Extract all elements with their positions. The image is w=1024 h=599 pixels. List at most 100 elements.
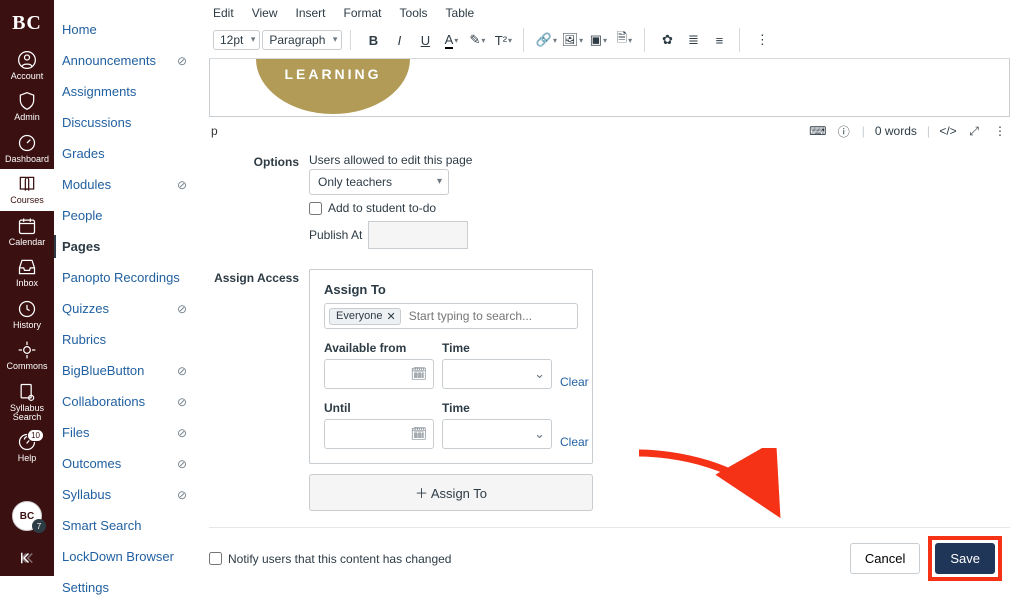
font-size-select[interactable]: 12pt <box>213 30 260 50</box>
clear-until-link[interactable]: Clear <box>560 435 589 449</box>
course-nav-outcomes[interactable]: Outcomes⊘ <box>54 452 199 475</box>
assign-search-input[interactable] <box>407 307 573 325</box>
course-nav-announcements[interactable]: Announcements⊘ <box>54 49 199 72</box>
avatar[interactable]: BC 7 <box>12 501 42 531</box>
editor-menubar: Edit View Insert Format Tools Table <box>209 4 1010 26</box>
course-nav-pages[interactable]: Pages <box>54 235 199 258</box>
available-from-time[interactable]: ⌄ <box>442 359 552 389</box>
plus-icon: ＋ <box>415 486 428 501</box>
nav-admin[interactable]: Admin <box>0 86 54 127</box>
hidden-icon: ⊘ <box>175 54 189 68</box>
available-from-date[interactable]: 🗓 <box>324 359 434 389</box>
html-icon[interactable]: </> <box>940 123 956 139</box>
nav-account[interactable]: Account <box>0 45 54 86</box>
publish-at-input[interactable] <box>368 221 468 249</box>
notify-label: Notify users that this content has chang… <box>228 552 451 566</box>
course-nav-settings[interactable]: Settings <box>54 576 199 599</box>
nav-inbox[interactable]: Inbox <box>0 252 54 293</box>
gauge-icon <box>17 133 37 153</box>
document-icon[interactable]: 🗎▾ <box>612 28 636 52</box>
media-icon[interactable]: ▣▾ <box>586 28 610 52</box>
highlight-icon[interactable]: ✎▾ <box>465 28 489 52</box>
add-assign-button[interactable]: ＋ Assign To <box>309 474 593 511</box>
editor-toolbar: 12pt Paragraph B I U A▾ ✎▾ T²▾ 🔗▾ 🖼▾ ▣▾ … <box>209 26 1010 59</box>
time-label: Time <box>442 341 552 355</box>
menu-view[interactable]: View <box>252 6 278 20</box>
keyboard-icon[interactable]: ⌨ <box>810 123 826 139</box>
course-nav-assignments[interactable]: Assignments <box>54 80 199 103</box>
nav-syllabus-search[interactable]: Syllabus Search <box>0 377 54 428</box>
resize-handle-icon[interactable]: ⋮ <box>992 123 1008 139</box>
image-icon[interactable]: 🖼▾ <box>560 28 584 52</box>
course-nav-collab[interactable]: Collaborations⊘ <box>54 390 199 413</box>
link-icon[interactable]: 🔗▾ <box>534 28 558 52</box>
word-count[interactable]: 0 words <box>875 124 917 138</box>
nav-courses[interactable]: Courses <box>0 169 54 210</box>
available-from-label: Available from <box>324 341 434 355</box>
menu-tools[interactable]: Tools <box>400 6 428 20</box>
text-color-icon[interactable]: A▾ <box>439 28 463 52</box>
nav-dashboard[interactable]: Dashboard <box>0 128 54 169</box>
avatar-badge: 7 <box>32 519 46 533</box>
underline-icon[interactable]: U <box>413 28 437 52</box>
save-button[interactable]: Save <box>935 543 995 574</box>
assign-to-title: Assign To <box>324 282 578 297</box>
italic-icon[interactable]: I <box>387 28 411 52</box>
list-icon[interactable]: ≣ <box>681 28 705 52</box>
editor-statusbar: p ⌨ ⓘ | 0 words | </> ⤢ ⋮ <box>209 117 1010 145</box>
menu-table[interactable]: Table <box>446 6 475 20</box>
course-nav-home[interactable]: Home <box>54 18 199 41</box>
menu-edit[interactable]: Edit <box>213 6 234 20</box>
bold-icon[interactable]: B <box>361 28 385 52</box>
more-icon[interactable]: ⋮ <box>750 28 774 52</box>
course-nav-discussions[interactable]: Discussions <box>54 111 199 134</box>
edit-perm-select[interactable]: Only teachers <box>309 169 449 195</box>
superscript-icon[interactable]: T²▾ <box>491 28 515 52</box>
a11y-icon[interactable]: ⓘ <box>836 123 852 139</box>
fullscreen-icon[interactable]: ⤢ <box>966 123 982 139</box>
course-nav-files[interactable]: Files⊘ <box>54 421 199 444</box>
course-nav-syllabus[interactable]: Syllabus⊘ <box>54 483 199 506</box>
clear-from-link[interactable]: Clear <box>560 375 589 389</box>
course-nav-people[interactable]: People <box>54 204 199 227</box>
todo-checkbox[interactable] <box>309 202 322 215</box>
inbox-icon <box>17 257 37 277</box>
hidden-icon: ⊘ <box>175 457 189 471</box>
course-nav-panopto[interactable]: Panopto Recordings <box>54 266 199 289</box>
assign-card: Assign To Everyone ✕ Available from 🗓 Ti… <box>309 269 593 464</box>
notify-checkbox[interactable] <box>209 552 222 565</box>
shield-icon <box>17 91 37 111</box>
main-content: Edit View Insert Format Tools Table 12pt… <box>199 0 1024 576</box>
doc-search-icon <box>17 382 37 402</box>
nav-commons[interactable]: Commons <box>0 335 54 376</box>
paragraph-select[interactable]: Paragraph <box>262 30 342 50</box>
app-logo[interactable]: BC <box>12 6 42 45</box>
assign-to-input[interactable]: Everyone ✕ <box>324 303 578 329</box>
course-nav-lockdown[interactable]: LockDown Browser <box>54 545 199 568</box>
nav-help[interactable]: 10 Help <box>0 427 54 468</box>
app-icon[interactable]: ✿ <box>655 28 679 52</box>
course-nav-rubrics[interactable]: Rubrics <box>54 328 199 351</box>
chevron-down-icon: ⌄ <box>534 426 545 442</box>
hidden-icon: ⊘ <box>175 364 189 378</box>
nav-calendar[interactable]: Calendar <box>0 211 54 252</box>
course-nav-grades[interactable]: Grades <box>54 142 199 165</box>
book-icon <box>17 174 37 194</box>
course-nav-quizzes[interactable]: Quizzes⊘ <box>54 297 199 320</box>
menu-format[interactable]: Format <box>344 6 382 20</box>
hidden-icon: ⊘ <box>175 426 189 440</box>
collapse-nav-icon[interactable] <box>18 549 36 570</box>
remove-token-icon[interactable]: ✕ <box>386 310 395 323</box>
until-date[interactable]: 🗓 <box>324 419 434 449</box>
cancel-button[interactable]: Cancel <box>850 543 920 574</box>
align-icon[interactable]: ≡ <box>707 28 731 52</box>
until-time[interactable]: ⌄ <box>442 419 552 449</box>
editor-body[interactable]: LEARNING <box>209 59 1010 117</box>
course-nav-smartsearch[interactable]: Smart Search <box>54 514 199 537</box>
calendar-icon: 🗓 <box>410 366 427 382</box>
course-nav-modules[interactable]: Modules⊘ <box>54 173 199 196</box>
element-path[interactable]: p <box>211 124 218 138</box>
menu-insert[interactable]: Insert <box>295 6 325 20</box>
course-nav-bbb[interactable]: BigBlueButton⊘ <box>54 359 199 382</box>
nav-history[interactable]: History <box>0 294 54 335</box>
